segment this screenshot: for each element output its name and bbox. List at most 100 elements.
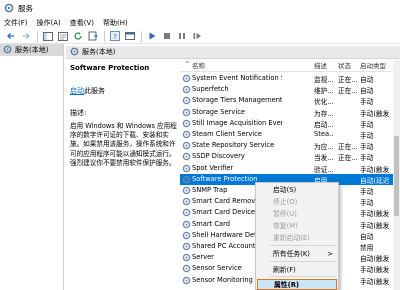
service-gear-icon [182, 96, 191, 105]
service-gear-icon [182, 231, 191, 240]
service-gear-icon [182, 119, 191, 128]
pane-header: 服务(本地) [66, 46, 400, 59]
menu-action[interactable]: 操作(A) [37, 18, 61, 28]
service-startup-type: 禁用 [360, 244, 374, 252]
context-menu-item[interactable]: 停止(O) [257, 197, 337, 208]
start-service-icon[interactable] [145, 30, 158, 42]
service-gear-icon [182, 264, 191, 273]
start-link-suffix: 此服务 [84, 87, 105, 95]
menu-bar: 文件(F) 操作(A) 查看(V) 帮助(H) [0, 16, 400, 29]
service-row[interactable]: Spot Verifier 验证... 手动(触发 [180, 163, 400, 174]
toolbar-separator [37, 30, 38, 42]
service-name: Spot Verifier [192, 163, 234, 172]
scrollbar-thumb[interactable] [394, 136, 399, 216]
service-startup-type: 自动(延迟 [360, 176, 390, 185]
column-header-status[interactable]: 状态 [338, 60, 351, 71]
service-gear-icon [182, 85, 191, 94]
context-menu-item-label: 暂停(U) [273, 210, 297, 218]
service-gear-icon [182, 220, 191, 229]
context-menu-item[interactable]: 属性(R) [257, 279, 337, 290]
show-hide-tree-icon[interactable] [41, 30, 54, 42]
refresh-icon[interactable] [71, 30, 84, 42]
service-gear-icon [182, 74, 191, 83]
service-startup-type: 手动(触发 [360, 277, 390, 286]
console-tree: 服务(本地) [0, 44, 64, 290]
service-startup-type: 手动(触发 [360, 109, 390, 118]
service-gear-icon [182, 197, 191, 206]
vertical-scrollbar[interactable] [393, 60, 400, 290]
service-status: 正在... [338, 87, 358, 96]
service-startup-type: 手动 [360, 143, 374, 152]
export-list-icon[interactable] [86, 30, 99, 42]
submenu-arrow-icon: > [327, 250, 333, 258]
service-gear-icon [182, 242, 191, 251]
start-service-link[interactable]: 启动 [70, 86, 84, 96]
service-name: Steam Client Service [192, 130, 262, 138]
service-row[interactable]: Still Image Acquisition Events 启动... 手动 [180, 118, 400, 129]
services-app-icon [4, 3, 14, 13]
context-menu-separator [270, 245, 336, 246]
restart-service-icon[interactable] [190, 30, 203, 42]
service-description: 为存... [314, 109, 334, 118]
service-name: Still Image Acquisition Events [192, 118, 282, 127]
context-menu-item-label: 停止(O) [273, 198, 298, 206]
tree-item-services-local[interactable]: 服务(本地) [0, 44, 63, 56]
service-row[interactable]: Storage Tiers Management 优化... 手动 [180, 95, 400, 106]
mmc-console-icon[interactable] [123, 30, 136, 42]
service-startup-type: 手动 [360, 98, 374, 107]
service-gear-icon [182, 175, 191, 184]
forward-arrow-icon[interactable] [19, 30, 32, 42]
svg-text:?: ? [113, 33, 117, 41]
service-description: 验证... [314, 165, 334, 174]
selected-service-name: Software Protection [70, 64, 150, 72]
service-startup-type: 手动 [360, 132, 374, 140]
menu-help[interactable]: 帮助(H) [103, 18, 128, 28]
menu-view[interactable]: 查看(V) [70, 18, 94, 28]
service-row[interactable]: State Repository Service 为应... 正在... 手动 [180, 140, 400, 151]
context-menu-item-label: 重新启动(E) [273, 234, 310, 242]
column-header-description[interactable]: 描述 [314, 60, 327, 71]
service-description: 监视... [314, 76, 334, 84]
service-row[interactable]: Storage Service 为存... 手动(触发 [180, 107, 400, 118]
context-menu-item[interactable]: 暂停(U) [257, 209, 337, 220]
sort-ascending-icon: ^ [185, 61, 191, 68]
column-header-startup-type[interactable]: 启动类型 [360, 60, 386, 71]
column-header-name[interactable]: 名称 [192, 60, 205, 71]
service-row[interactable]: Steam Client Service Stea... 手动 [180, 129, 400, 140]
toolbar-separator [141, 30, 142, 42]
service-row[interactable]: SSDP Discovery 当发... 正在... 手动 [180, 151, 400, 162]
service-gear-icon [182, 130, 191, 139]
toolbar: ? [0, 29, 400, 44]
back-arrow-icon[interactable] [4, 30, 17, 42]
service-description: 为应... [314, 143, 334, 152]
context-menu-item-label: 属性(R) [274, 281, 300, 289]
context-menu-item[interactable]: 刷新(F) [257, 265, 337, 276]
service-status: 正在... [338, 154, 358, 163]
pause-service-icon[interactable] [175, 30, 188, 42]
context-menu-item[interactable]: 恢复(M) [257, 221, 337, 232]
service-name: SSDP Discovery [192, 152, 245, 161]
menu-file[interactable]: 文件(F) [4, 18, 28, 28]
gear-icon [3, 45, 12, 56]
context-menu-separator [270, 276, 336, 277]
service-startup-type: 自动 [360, 87, 374, 96]
help-icon[interactable]: ? [108, 30, 121, 42]
service-row[interactable]: System Event Notification Service 监视... 正在… [180, 73, 400, 84]
toolbar-separator [104, 30, 105, 42]
stop-service-icon[interactable] [160, 30, 173, 42]
context-menu-item[interactable]: 所有任务(K) > [257, 249, 337, 260]
context-menu-item[interactable]: 重新启动(E) [257, 233, 337, 244]
context-menu-item[interactable]: 启动(S) [257, 185, 337, 196]
service-name: System Event Notification Service [192, 74, 282, 82]
service-description: 启动... [314, 120, 334, 129]
service-gear-icon [182, 186, 191, 195]
service-gear-icon [182, 108, 191, 117]
service-startup-type: 手动 [360, 188, 374, 196]
service-startup-type: 自动 [360, 232, 374, 241]
service-startup-type: 手动(触发 [360, 165, 390, 174]
header-divider [180, 71, 400, 72]
properties-pane-icon[interactable] [56, 30, 69, 42]
service-row[interactable]: Superfetch 维护... 正在... 自动 [180, 84, 400, 95]
context-menu-item-label: 启动(S) [273, 186, 297, 194]
service-description: 维护... [314, 87, 334, 96]
